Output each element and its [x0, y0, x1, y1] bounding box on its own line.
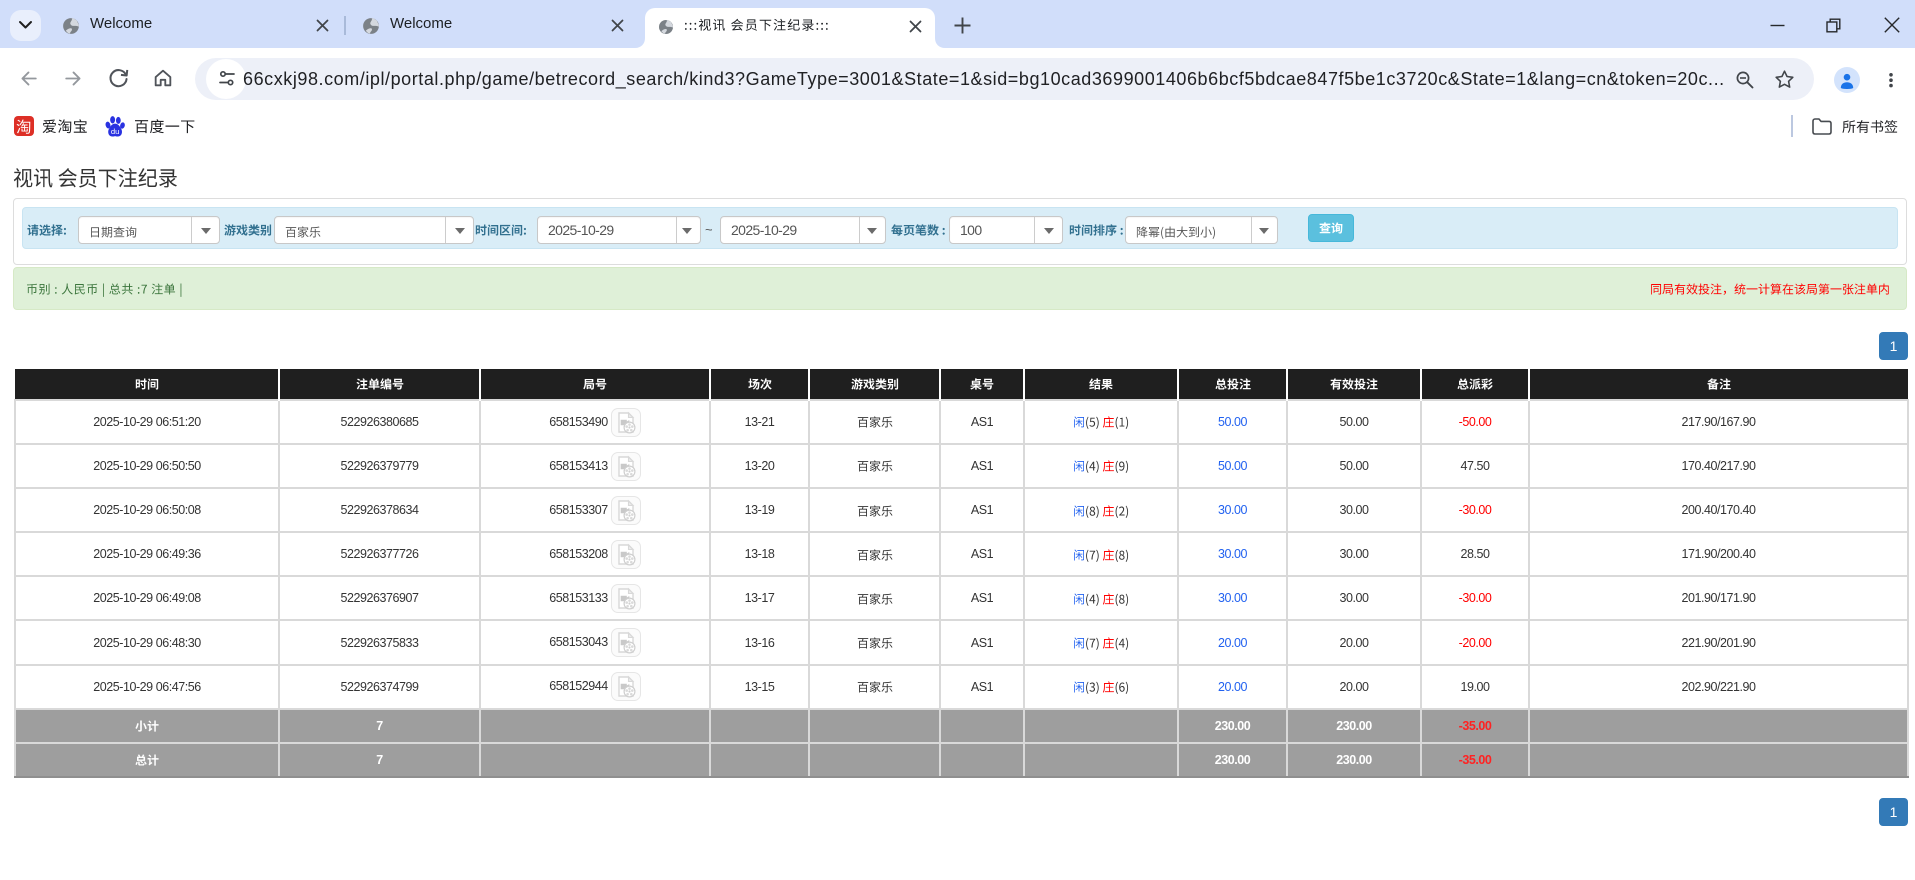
- svg-text:du: du: [111, 127, 120, 136]
